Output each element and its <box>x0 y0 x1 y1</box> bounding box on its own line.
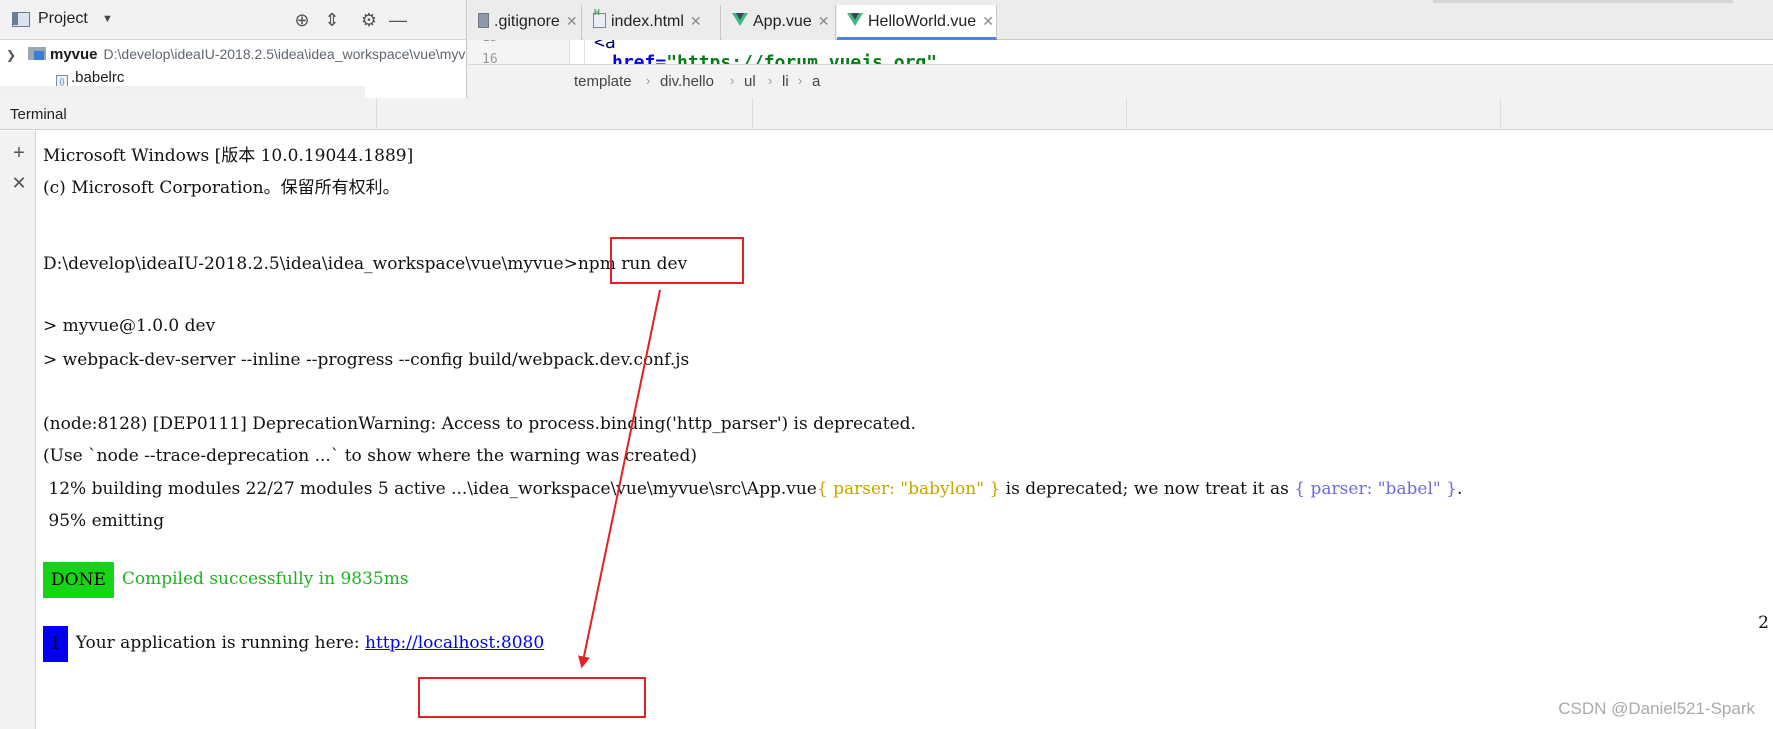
close-icon[interactable]: ✕ <box>982 13 994 29</box>
terminal-output[interactable]: Microsoft Windows [版本 10.0.19044.1889] (… <box>37 131 1773 729</box>
info-badge: I <box>43 625 68 662</box>
terminal-line: (Use `node --trace-deprecation ...` to s… <box>43 446 697 466</box>
running-text: Your application is running here: <box>75 633 366 653</box>
terminal-prompt: D:\develop\ideaIU-2018.2.5\idea\idea_wor… <box>43 254 578 274</box>
chevron-down-icon[interactable]: ❯ <box>6 43 22 67</box>
breadcrumb-item[interactable]: div.hello <box>660 73 714 90</box>
compile-status-text: Compiled successfully in 9835ms <box>121 569 409 589</box>
module-folder-icon <box>28 47 46 60</box>
terminal-line: > myvue@1.0.0 dev <box>43 316 216 336</box>
terminal-line: (node:8128) [DEP0111] DeprecationWarning… <box>43 414 916 434</box>
terminal-line: 12% building modules 22/27 modules 5 act… <box>43 478 1462 500</box>
terminal-line: I Your application is running here: http:… <box>43 625 544 662</box>
close-icon[interactable]: ✕ <box>818 13 830 29</box>
close-icon[interactable]: ✕ <box>566 13 578 29</box>
breadcrumb-item[interactable]: ul <box>744 73 756 90</box>
tab-gitignore[interactable]: .gitignore ✕ <box>468 5 582 40</box>
tab-bar-strip <box>1433 0 1733 3</box>
chevron-right-icon: › <box>646 73 651 88</box>
terminal-line: D:\develop\ideaIU-2018.2.5\idea\idea_wor… <box>43 253 687 275</box>
project-tree: ❯ myvue D:\develop\ideaIU-2018.2.5\idea\id… <box>0 40 467 98</box>
header-divider <box>1500 98 1501 130</box>
indent-guide <box>584 40 585 64</box>
breadcrumb-item[interactable]: li <box>782 73 789 90</box>
header-divider <box>1126 98 1127 130</box>
terminal-header: Terminal <box>0 98 1773 130</box>
url-highlight-box <box>418 677 646 718</box>
deprecation-text: is deprecated; we now treat it as <box>1000 479 1295 499</box>
terminal-line: Microsoft Windows [版本 10.0.19044.1889] <box>43 146 414 166</box>
parser-old-text: { parser: "babylon" } <box>816 479 1001 499</box>
done-badge: DONE <box>43 561 114 598</box>
command-highlight-box <box>610 237 744 284</box>
header-divider <box>752 98 753 130</box>
tab-label: HelloWorld.vue <box>868 13 977 30</box>
close-icon[interactable]: ✕ <box>690 13 702 29</box>
tree-item-label: .babelrc <box>71 69 125 86</box>
code-line: href="https://forum.vuejs.org" <box>612 52 937 64</box>
chevron-right-icon: › <box>798 73 803 88</box>
line-number: 15 <box>482 40 498 45</box>
tab-app-vue[interactable]: App.vue ✕ <box>722 5 836 40</box>
project-view-selector[interactable]: Project <box>38 10 88 28</box>
tree-item-myvue[interactable]: ❯ myvue D:\develop\ideaIU-2018.2.5\idea\id… <box>6 42 467 67</box>
vue-file-icon <box>732 13 748 26</box>
minimize-icon[interactable]: — <box>386 8 410 32</box>
tree-item-label: myvue <box>50 46 98 63</box>
locate-target-icon[interactable]: ⊕ <box>290 8 314 32</box>
terminal-line: DONE Compiled successfully in 9835ms <box>43 561 409 598</box>
terminal-sidebar: + ✕ <box>0 131 36 729</box>
tab-helloworld-vue[interactable]: HelloWorld.vue ✕ <box>837 5 997 40</box>
project-panel-header: Project ▼ ⊕ ⇕ ⚙ — <box>0 0 467 40</box>
tree-overflow-row <box>0 86 365 98</box>
breadcrumb-item[interactable]: a <box>812 73 820 90</box>
editor-tab-bar: .gitignore ✕ index.html ✕ App.vue ✕ HelloWo… <box>468 0 1773 40</box>
breadcrumb-item[interactable]: template <box>574 73 632 90</box>
terminal-line-fragment: 2 <box>1758 613 1769 633</box>
gitignore-file-icon <box>478 13 489 28</box>
chevron-right-icon: › <box>768 73 773 88</box>
chevron-right-icon: › <box>730 73 735 88</box>
tab-label: .gitignore <box>494 13 560 30</box>
ide-top-region: Project ▼ ⊕ ⇕ ⚙ — ❯ myvue D:\develop\ideaI… <box>0 0 1773 98</box>
vue-file-icon <box>847 13 863 26</box>
project-panel-icon <box>12 12 30 27</box>
new-session-icon[interactable]: + <box>9 143 29 163</box>
watermark: CSDN @Daniel521-Spark <box>1558 699 1755 718</box>
code-editor[interactable]: 15 16 <a href="https://forum.vuejs.org" <box>468 40 1773 64</box>
terminal-line: > webpack-dev-server --inline --progress… <box>43 350 690 370</box>
tab-label: index.html <box>611 13 684 30</box>
terminal-line: (c) Microsoft Corporation。保留所有权利。 <box>43 178 400 198</box>
tab-label: App.vue <box>753 13 812 30</box>
html-file-icon <box>593 0 606 29</box>
tab-index-html[interactable]: index.html ✕ <box>583 0 721 40</box>
header-divider <box>376 98 377 130</box>
code-attr: href= <box>612 52 667 64</box>
chevron-down-icon[interactable]: ▼ <box>102 13 113 25</box>
tree-item-path: D:\develop\ideaIU-2018.2.5\idea\idea_wor… <box>103 46 467 62</box>
parser-new-text: { parser: "babel" } <box>1294 479 1457 499</box>
collapse-all-icon[interactable]: ⇕ <box>320 8 344 32</box>
build-progress-text: 12% building modules 22/27 modules 5 act… <box>43 479 817 499</box>
period-text: . <box>1456 479 1463 499</box>
terminal-title: Terminal <box>10 106 67 123</box>
breadcrumb: template › div.hello › ul › li › a <box>468 64 1773 98</box>
gear-icon[interactable]: ⚙ <box>357 8 381 32</box>
line-number: 16 <box>482 52 498 64</box>
close-session-icon[interactable]: ✕ <box>9 173 29 193</box>
localhost-link[interactable]: http://localhost:8080 <box>365 633 544 653</box>
line-gutter: 15 16 <box>468 40 570 64</box>
code-string: "https://forum.vuejs.org" <box>666 52 938 64</box>
terminal-line: 95% emitting <box>43 511 165 531</box>
